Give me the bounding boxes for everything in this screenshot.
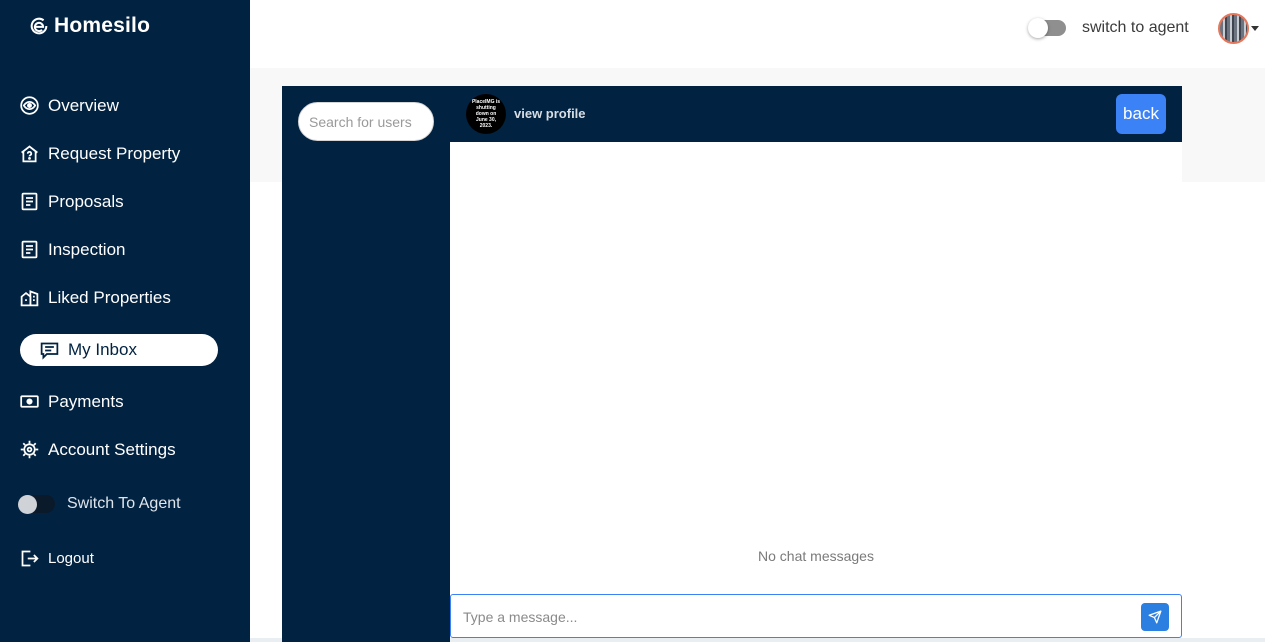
gear-icon <box>20 440 39 459</box>
house-question-icon <box>21 145 38 163</box>
top-switch-to-agent-label: switch to agent <box>1082 19 1189 36</box>
buildings-icon <box>20 290 39 307</box>
sidebar-item-label: Proposals <box>48 191 124 211</box>
document-icon <box>21 192 38 211</box>
sidebar-item-label: My Inbox <box>68 340 137 359</box>
send-button[interactable] <box>1141 603 1169 631</box>
chat-user-list <box>282 86 450 642</box>
brand-logo[interactable]: Homesilo <box>28 14 150 38</box>
avatar[interactable] <box>1218 13 1249 44</box>
sidebar-item-label: Liked Properties <box>48 287 171 307</box>
contact-avatar[interactable]: PlaceIMG is shutting down on June 30, 20… <box>466 94 506 134</box>
toggle-knob <box>1028 18 1048 38</box>
top-bar: switch to agent <box>250 0 1265 68</box>
switch-to-agent-label: Switch To Agent <box>67 495 181 512</box>
sidebar-item-overview[interactable]: Overview <box>19 95 119 116</box>
sidebar-item-label: Request Property <box>48 143 181 163</box>
brand-name: Homesilo <box>54 14 151 37</box>
toggle-track[interactable] <box>18 495 55 514</box>
top-switch-to-agent-toggle[interactable]: switch to agent <box>1028 18 1189 38</box>
user-menu[interactable] <box>1218 13 1259 44</box>
user-search-input[interactable] <box>298 102 434 141</box>
sidebar-item-label: Payments <box>48 391 124 411</box>
view-profile-link[interactable]: view profile <box>514 106 586 121</box>
document-icon <box>21 240 38 259</box>
caret-down-icon[interactable] <box>1251 26 1259 31</box>
sidebar: Homesilo Overview Request Property Propo… <box>0 0 250 642</box>
message-composer <box>450 594 1182 638</box>
homesilo-logo-icon <box>30 17 48 35</box>
toggle-track[interactable] <box>1028 18 1066 38</box>
logout-button[interactable]: Logout <box>19 548 94 569</box>
send-icon <box>1148 610 1162 624</box>
sidebar-item-liked-properties[interactable]: Liked Properties <box>19 287 171 308</box>
back-button[interactable]: back <box>1116 94 1166 134</box>
sidebar-item-request-property[interactable]: Request Property <box>19 143 180 164</box>
message-input[interactable] <box>463 601 1133 633</box>
chat-header: PlaceIMG is shutting down on June 30, 20… <box>450 86 1182 142</box>
logout-icon <box>21 550 39 567</box>
toggle-knob <box>18 495 37 514</box>
chat-icon <box>40 342 59 360</box>
sidebar-item-account-settings[interactable]: Account Settings <box>19 439 176 460</box>
sidebar-item-inspection[interactable]: Inspection <box>19 239 126 260</box>
eye-icon <box>20 96 39 115</box>
switch-to-agent-toggle[interactable]: Switch To Agent <box>18 495 181 514</box>
empty-chat-message: No chat messages <box>758 548 874 564</box>
sidebar-item-label: Inspection <box>48 239 126 259</box>
sidebar-item-my-inbox[interactable]: My Inbox <box>20 334 218 366</box>
sidebar-item-payments[interactable]: Payments <box>19 391 124 412</box>
sidebar-item-label: Overview <box>48 95 119 115</box>
sidebar-item-proposals[interactable]: Proposals <box>19 191 124 212</box>
app-root: Homesilo Overview Request Property Propo… <box>0 0 1265 642</box>
cash-icon <box>20 395 39 408</box>
messages-area: No chat messages <box>450 142 1182 594</box>
sidebar-item-label: Account Settings <box>48 439 176 459</box>
logout-label: Logout <box>48 550 94 567</box>
